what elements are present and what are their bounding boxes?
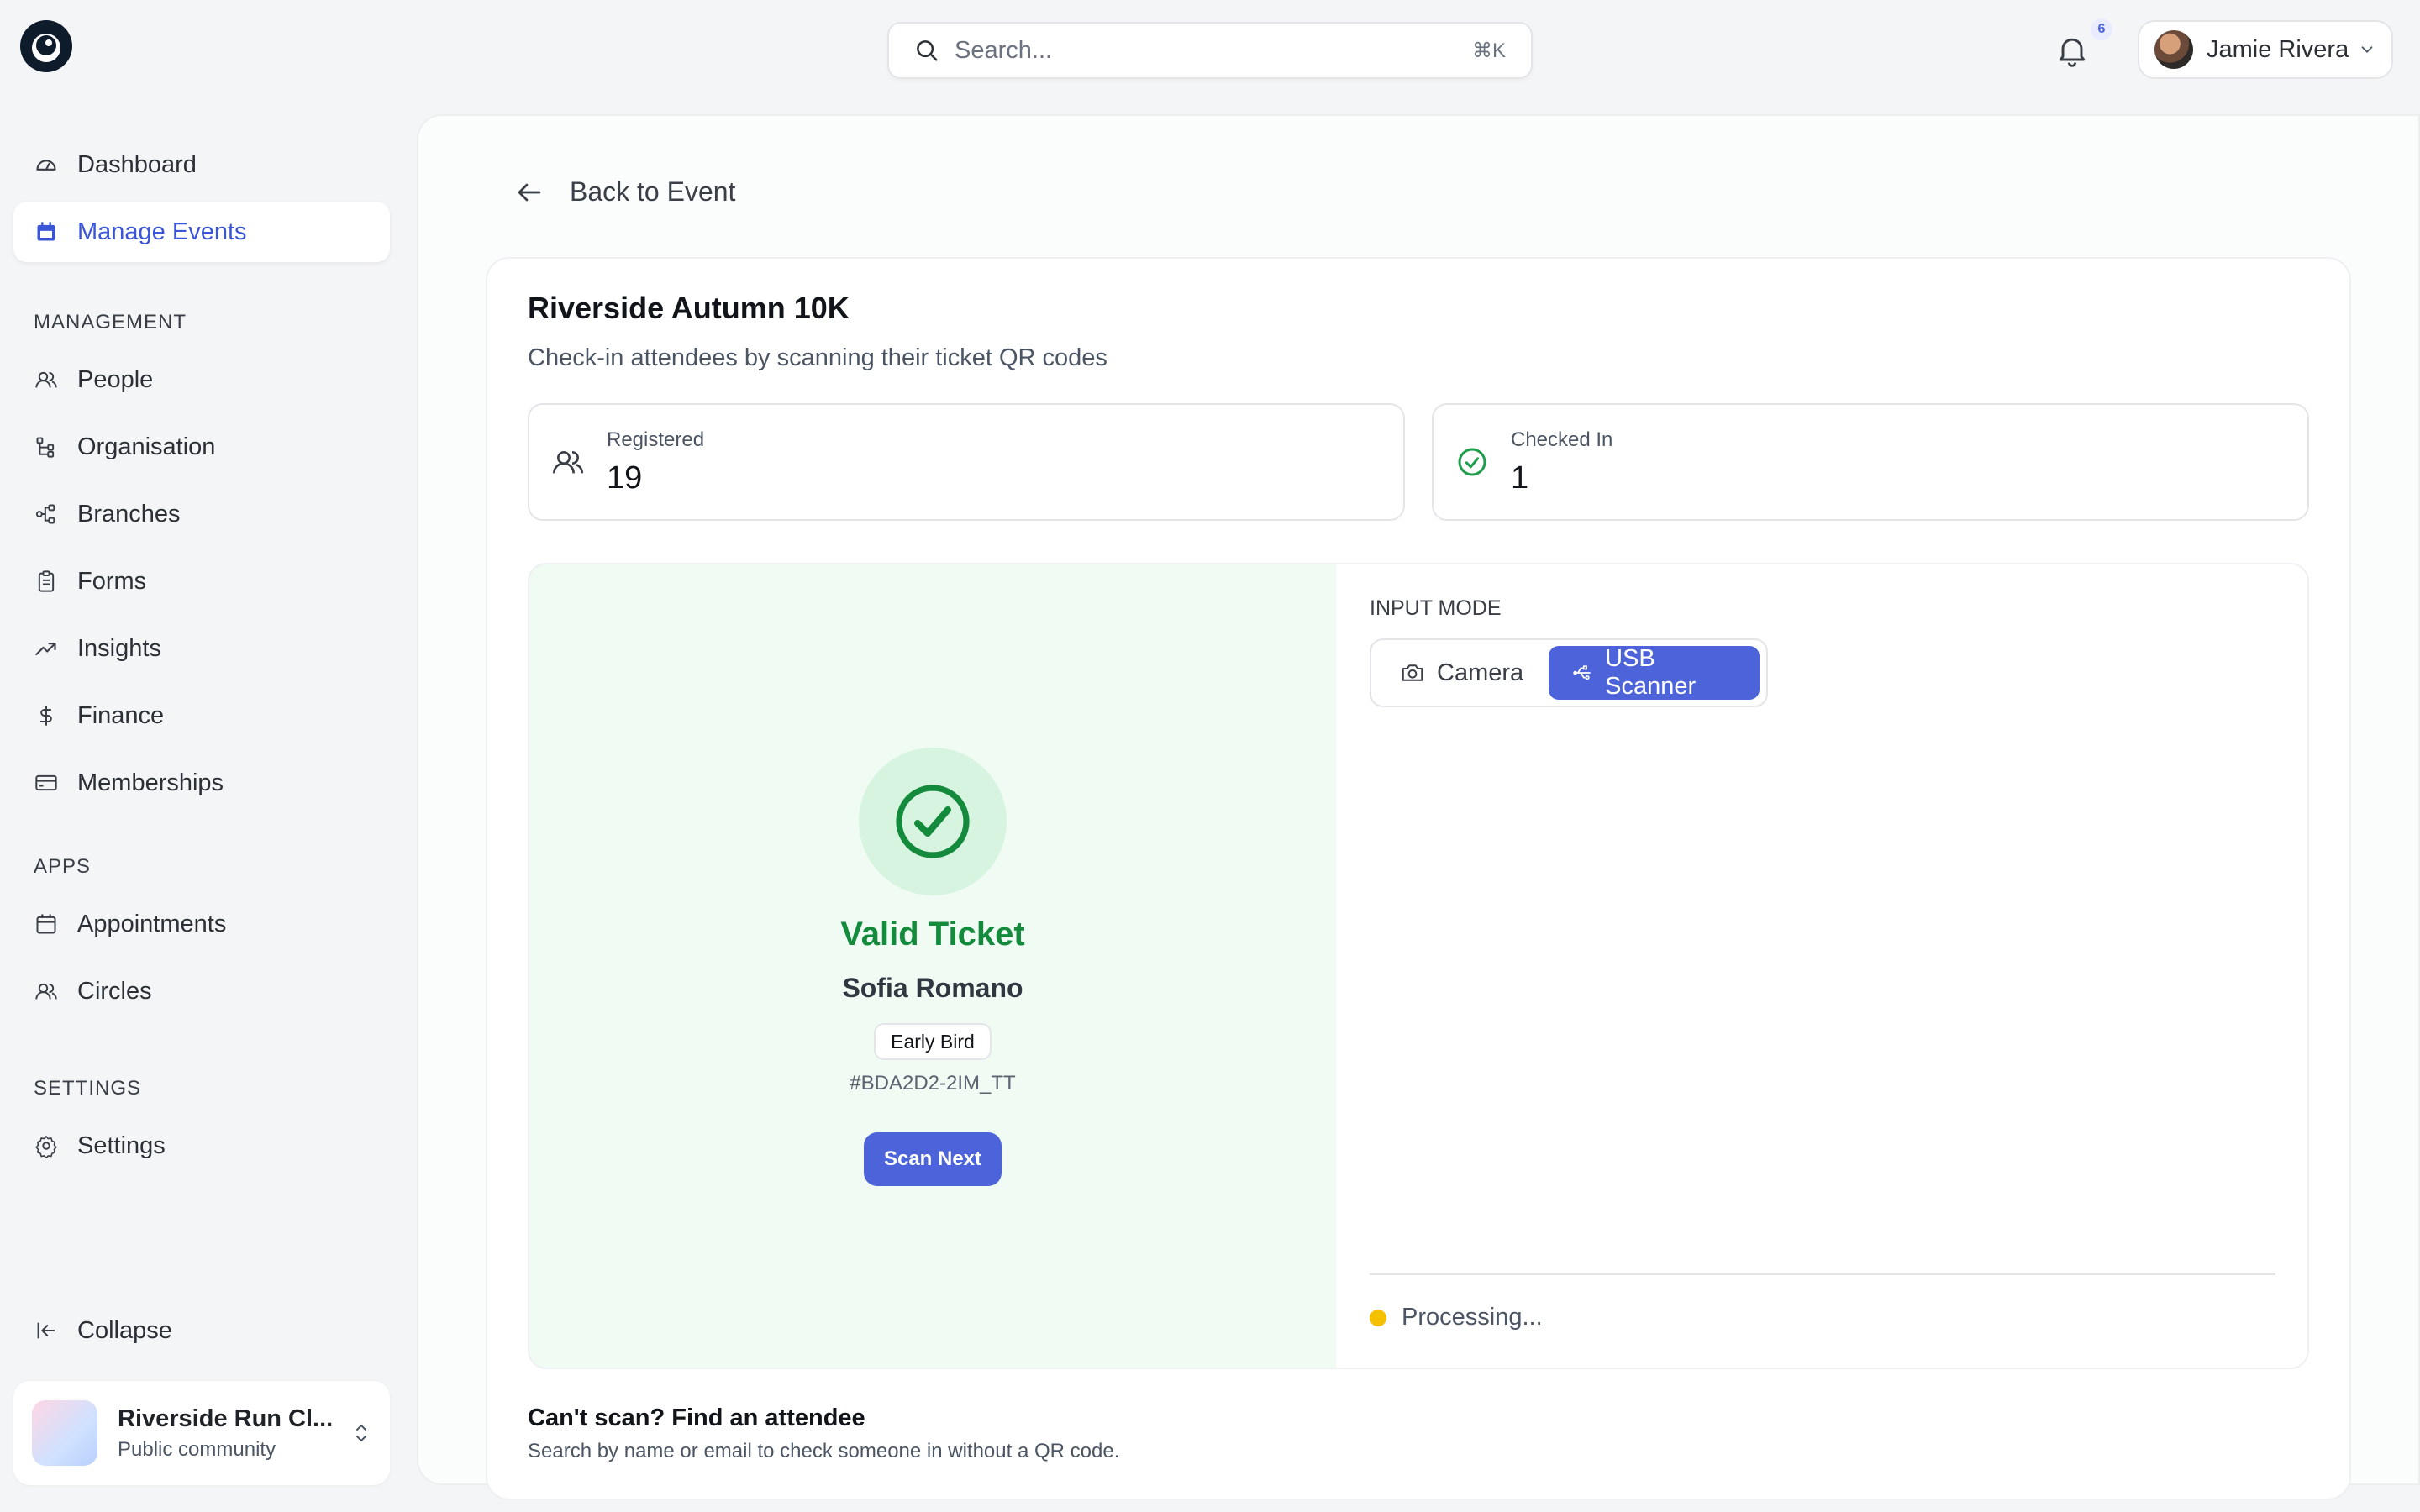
sidebar-item-finance[interactable]: Finance — [13, 685, 390, 746]
community-type: Public community — [118, 1437, 276, 1461]
chevron-down-icon — [2361, 46, 2373, 54]
status-indicator — [1370, 1309, 1386, 1326]
search-icon — [917, 40, 938, 61]
sidebar-item-label: Finance — [77, 701, 165, 729]
input-mode-label: INPUT MODE — [1370, 596, 1502, 620]
sidebar-item-label: Branches — [77, 500, 181, 528]
user-name: Jamie Rivera — [2207, 35, 2349, 63]
users-icon — [34, 367, 59, 392]
sidebar-item-label: Settings — [77, 1131, 166, 1159]
input-mode-toggle: Camera USB Scanner — [1370, 638, 1768, 707]
collapse-sidebar-button[interactable]: Collapse — [13, 1300, 390, 1361]
stat-label: Registered — [607, 428, 705, 451]
trend-icon — [34, 636, 59, 661]
sidebar-item-settings[interactable]: Settings — [13, 1116, 390, 1176]
mode-usb-scanner-button[interactable]: USB Scanner — [1549, 645, 1760, 700]
stat-registered: Registered 19 — [528, 403, 1405, 521]
sidebar-item-people[interactable]: People — [13, 349, 390, 410]
back-to-event-link[interactable]: Back to Event — [514, 176, 735, 207]
avatar — [2154, 30, 2193, 69]
clipboard-icon — [34, 569, 59, 594]
collapse-label: Collapse — [77, 1316, 172, 1344]
sidebar-item-dashboard[interactable]: Dashboard — [13, 134, 390, 195]
chevron-updown-icon — [356, 1424, 366, 1442]
search-bar[interactable]: Search... ⌘K — [887, 22, 1533, 79]
stat-checked-in: Checked In 1 — [1432, 403, 2309, 521]
page-subtitle: Check-in attendees by scanning their tic… — [528, 344, 1107, 371]
page-title: Riverside Autumn 10K — [528, 291, 850, 325]
scan-result-panel — [529, 564, 1336, 1368]
sidebar-item-label: People — [77, 365, 154, 393]
collapse-icon — [34, 1318, 59, 1343]
sidebar-item-circles[interactable]: Circles — [13, 961, 390, 1021]
users-icon — [34, 979, 59, 1004]
mode-label: Camera — [1437, 659, 1524, 686]
card-icon — [34, 770, 59, 795]
sidebar-item-label: Memberships — [77, 769, 224, 796]
section-title-management: MANAGEMENT — [34, 311, 187, 333]
sidebar-item-label: Insights — [77, 634, 161, 662]
branches-icon — [34, 501, 59, 527]
community-avatar — [32, 1400, 97, 1466]
calendar-icon — [34, 911, 59, 937]
user-menu[interactable]: Jamie Rivera — [2138, 20, 2393, 79]
notifications-button[interactable] — [2054, 32, 2091, 69]
find-attendee-title: Can't scan? Find an attendee — [528, 1404, 865, 1431]
scan-next-button[interactable]: Scan Next — [864, 1132, 1002, 1186]
community-name: Riverside Run Cl... — [118, 1404, 334, 1432]
gauge-icon — [34, 152, 59, 177]
logo-icon — [22, 22, 71, 71]
users-icon — [553, 451, 583, 474]
back-label: Back to Event — [570, 176, 736, 207]
ticket-tier-badge: Early Bird — [874, 1023, 992, 1060]
sidebar-item-label: Appointments — [77, 910, 227, 937]
sidebar-item-label: Manage Events — [77, 218, 247, 245]
sidebar-item-forms[interactable]: Forms — [13, 551, 390, 612]
attendee-name: Sofia Romano — [842, 973, 1023, 1003]
app-logo[interactable] — [20, 20, 72, 72]
calendar-icon — [34, 219, 59, 244]
sidebar-item-label: Circles — [77, 977, 152, 1005]
success-badge — [859, 748, 1007, 895]
section-title-apps: APPS — [34, 855, 92, 878]
divider — [1370, 1273, 2275, 1275]
section-title-settings: SETTINGS — [34, 1077, 142, 1100]
dollar-icon — [34, 703, 59, 728]
sidebar-item-label: Dashboard — [77, 150, 197, 178]
find-attendee-subtitle: Search by name or email to check someone… — [528, 1440, 1120, 1462]
stat-value: 19 — [607, 459, 643, 496]
search-shortcut: ⌘K — [1471, 39, 1506, 62]
sidebar-item-organisation[interactable]: Organisation — [13, 417, 390, 477]
mode-label: USB Scanner — [1605, 645, 1697, 700]
check-circle-icon — [1458, 448, 1486, 476]
check-circle-icon — [896, 785, 970, 858]
notification-badge: 6 — [2091, 18, 2112, 40]
gear-icon — [34, 1133, 59, 1158]
sidebar-item-label: Forms — [77, 567, 147, 595]
sidebar-item-memberships[interactable]: Memberships — [13, 753, 390, 813]
sidebar-item-manage-events[interactable]: Manage Events — [13, 202, 390, 262]
stat-label: Checked In — [1511, 428, 1613, 451]
status-text: Processing... — [1402, 1304, 1543, 1331]
sidebar-item-insights[interactable]: Insights — [13, 618, 390, 679]
sidebar-item-branches[interactable]: Branches — [13, 484, 390, 544]
community-switcher[interactable]: Riverside Run Cl... Public community — [13, 1381, 390, 1485]
scanner-status: Processing... — [1370, 1304, 1543, 1331]
usb-icon — [1573, 665, 1591, 680]
ticket-id: #BDA2D2-2IM_TT — [850, 1072, 1016, 1095]
camera-icon — [1402, 664, 1423, 681]
stat-value: 1 — [1511, 459, 1529, 496]
sidebar-item-label: Organisation — [77, 433, 216, 460]
search-input[interactable]: Search... — [955, 37, 1472, 65]
arrow-left-icon — [518, 183, 541, 201]
org-icon — [34, 434, 59, 459]
sidebar-item-appointments[interactable]: Appointments — [13, 894, 390, 954]
ticket-status: Valid Ticket — [840, 916, 1025, 953]
bell-icon — [2059, 38, 2086, 67]
mode-camera-button[interactable]: Camera — [1378, 646, 1545, 700]
